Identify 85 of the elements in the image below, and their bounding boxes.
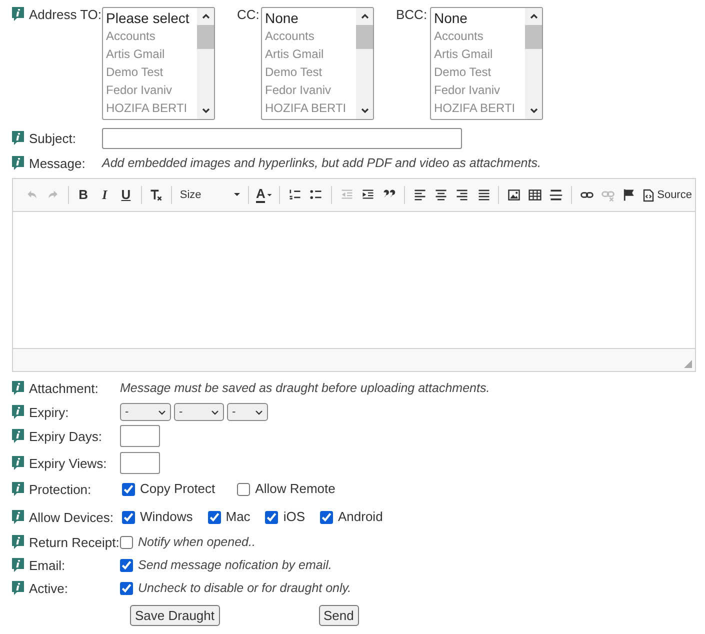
scroll-up-icon[interactable] — [528, 12, 538, 20]
list-box[interactable]: None Accounts Artis Gmail Demo Test Fedor Ivaniv HOZIFA BERTI — [261, 7, 374, 120]
info-icon — [12, 558, 24, 572]
scroll-down-icon[interactable] — [200, 107, 210, 115]
dropdown[interactable]: - — [227, 403, 268, 421]
field-label: Subject: — [29, 131, 76, 146]
scrollbar-thumb[interactable] — [356, 25, 373, 49]
scrollbar[interactable] — [197, 8, 214, 119]
field-label: Allow Devices: — [29, 510, 114, 524]
field-label: Email: — [29, 558, 66, 572]
field-label: Message: — [29, 156, 86, 170]
caret-icon — [234, 193, 240, 197]
option-label: Windows — [140, 508, 193, 526]
info-icon — [12, 580, 24, 594]
scroll-down-icon[interactable] — [360, 107, 370, 115]
checkbox[interactable] — [237, 482, 250, 496]
document-icon — [643, 188, 654, 202]
option-label: iOS — [283, 508, 305, 526]
note-text: Message must be saved as draught before uploading attachments. — [120, 380, 490, 397]
scrollbar[interactable] — [356, 8, 373, 119]
note-text: Send message nofication by email. — [138, 556, 332, 574]
list-option[interactable]: Please select — [106, 9, 197, 27]
resize-handle-icon[interactable] — [684, 360, 692, 368]
format-button[interactable]: I — [94, 183, 116, 207]
input-field[interactable] — [120, 452, 160, 474]
field-label: Return Receipt: — [29, 534, 120, 550]
field-label: Address TO: — [29, 7, 102, 22]
format-button[interactable]: B — [72, 183, 94, 207]
info-icon — [12, 131, 24, 145]
option-label: Mac — [226, 508, 250, 526]
chevron-icon — [255, 410, 263, 414]
info-icon — [12, 510, 24, 524]
size-dropdown[interactable]: Size — [176, 184, 244, 206]
info-icon — [12, 7, 24, 21]
info-icon — [12, 156, 24, 170]
text-color-button[interactable]: A — [252, 184, 276, 206]
field-label: Protection: — [29, 482, 92, 496]
note-text: Uncheck to disable or for draught only. — [138, 580, 352, 597]
scroll-up-icon[interactable] — [360, 12, 370, 20]
scrollbar-thumb[interactable] — [197, 25, 214, 49]
checkbox[interactable] — [320, 510, 333, 524]
chevron-icon — [158, 410, 166, 414]
list-option[interactable]: None — [265, 9, 356, 27]
info-icon — [12, 534, 24, 548]
checkbox[interactable] — [120, 558, 133, 572]
input-field[interactable] — [120, 425, 160, 447]
field-label: Attachment: — [29, 380, 98, 396]
field-label: Expiry: — [29, 404, 69, 420]
info-icon — [12, 380, 24, 394]
list-box[interactable]: None Accounts Artis Gmail Demo Test Fedor Ivaniv HOZIFA BERTI — [430, 7, 543, 120]
checkbox[interactable] — [120, 582, 133, 594]
caret-icon — [267, 194, 272, 196]
list-option[interactable]: None — [434, 9, 525, 27]
scrollbar[interactable] — [525, 8, 542, 119]
subject-field[interactable] — [102, 128, 462, 149]
info-icon — [12, 404, 24, 418]
scrollbar-thumb[interactable] — [525, 25, 542, 49]
checkbox[interactable] — [208, 510, 221, 524]
field-label: CC: — [237, 7, 257, 22]
checkbox[interactable] — [265, 510, 278, 524]
scroll-down-icon[interactable] — [528, 107, 538, 115]
checkbox[interactable] — [122, 510, 135, 524]
field-label: Active: — [29, 580, 68, 596]
source-button[interactable]: Source — [640, 184, 695, 206]
option-label: Copy Protect — [140, 480, 216, 498]
info-icon — [12, 482, 24, 496]
field-label: Expiry Views: — [29, 456, 107, 470]
format-button[interactable]: U — [115, 183, 137, 207]
action-button[interactable]: Save Draught — [130, 605, 220, 626]
chevron-icon — [211, 410, 219, 414]
hint-text: Add embedded images and hyperlinks, but add PDF and video as attachments. — [102, 154, 541, 172]
field-label: Expiry Days: — [29, 428, 102, 444]
action-button[interactable]: Send — [318, 605, 359, 626]
checkbox[interactable] — [120, 536, 133, 548]
list-box[interactable]: Please select Accounts Artis Gmail Demo Test Fedor Ivaniv HOZIFA BERTI — [102, 7, 215, 120]
dropdown[interactable]: - — [174, 403, 224, 421]
info-icon — [12, 428, 24, 442]
info-icon — [12, 456, 24, 470]
checkbox[interactable] — [122, 482, 135, 496]
dropdown[interactable]: - — [120, 403, 171, 421]
scroll-up-icon[interactable] — [200, 12, 210, 20]
option-label: Allow Remote — [255, 480, 336, 498]
option-label: Android — [338, 508, 383, 526]
note-text: Notify when opened.. — [138, 534, 256, 551]
field-label: BCC: — [396, 7, 426, 22]
